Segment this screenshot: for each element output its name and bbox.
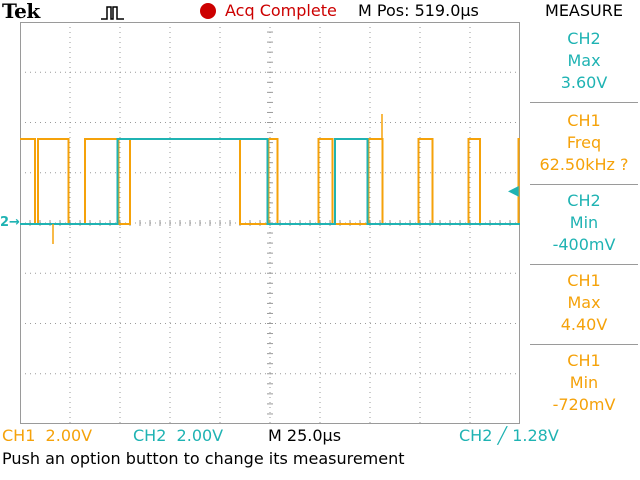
help-message: Push an option button to change its meas… bbox=[2, 449, 405, 468]
ch1-scale: CH1 2.00V bbox=[2, 426, 93, 445]
measurement-type: Min bbox=[569, 373, 599, 392]
top-status-bar: Tek Acq Complete M Pos: 519.0µs bbox=[0, 0, 526, 23]
measurement-value: 4.40V bbox=[560, 315, 608, 334]
waveform-display bbox=[20, 22, 520, 424]
ch2-ground-marker: 2→ bbox=[0, 215, 20, 230]
measurement-value: -400mV bbox=[552, 235, 616, 254]
measurement-slot-1[interactable]: CH2 Max 3.60V bbox=[528, 22, 640, 100]
acquisition-run-indicator bbox=[200, 3, 216, 19]
measurement-type: Max bbox=[567, 51, 601, 70]
measurement-channel: CH1 bbox=[567, 111, 601, 130]
pulse-waveform-icon bbox=[101, 6, 124, 20]
measurement-channel: CH2 bbox=[567, 29, 601, 48]
side-menu-title: MEASURE bbox=[545, 1, 623, 20]
measurement-type: Freq bbox=[566, 133, 602, 152]
measurement-value: -720mV bbox=[552, 395, 616, 414]
timebase-readout: M 25.0µs bbox=[268, 426, 342, 445]
measurement-slot-2[interactable]: CH1 Freq 62.50kHz ? bbox=[528, 104, 640, 182]
measurement-value: 62.50kHz ? bbox=[539, 155, 629, 174]
measurement-type: Min bbox=[569, 213, 599, 232]
acquisition-status: Acq Complete bbox=[225, 1, 337, 20]
waveform-plot bbox=[20, 22, 520, 424]
measurement-type: Max bbox=[567, 293, 601, 312]
measurement-slot-3[interactable]: CH2 Min -400mV bbox=[528, 184, 640, 262]
measurement-value: 3.60V bbox=[560, 73, 608, 92]
measurement-channel: CH1 bbox=[567, 351, 601, 370]
main-position-readout: M Pos: 519.0µs bbox=[358, 1, 479, 20]
measurement-channel: CH2 bbox=[567, 191, 601, 210]
trace-ch2 bbox=[20, 138, 520, 225]
trace-ch1 bbox=[20, 138, 520, 225]
measurement-channel: CH1 bbox=[567, 271, 601, 290]
measurement-side-menu: CH2 Max 3.60V CH1 Freq 62.50kHz ? CH2 Mi… bbox=[528, 22, 640, 424]
ch2-scale: CH2 2.00V bbox=[133, 426, 224, 445]
trigger-level-icon: ◀ bbox=[508, 183, 519, 199]
measurement-slot-4[interactable]: CH1 Max 4.40V bbox=[528, 264, 640, 342]
trigger-readout: CH2 ╱ 1.28V bbox=[459, 426, 559, 445]
channel-status-bar: CH1 2.00V CH2 2.00V M 25.0µs CH2 ╱ 1.28V bbox=[0, 425, 640, 447]
measurement-slot-5[interactable]: CH1 Min -720mV bbox=[528, 344, 640, 422]
brand-logo: Tek bbox=[2, 0, 40, 23]
divider bbox=[530, 102, 638, 103]
